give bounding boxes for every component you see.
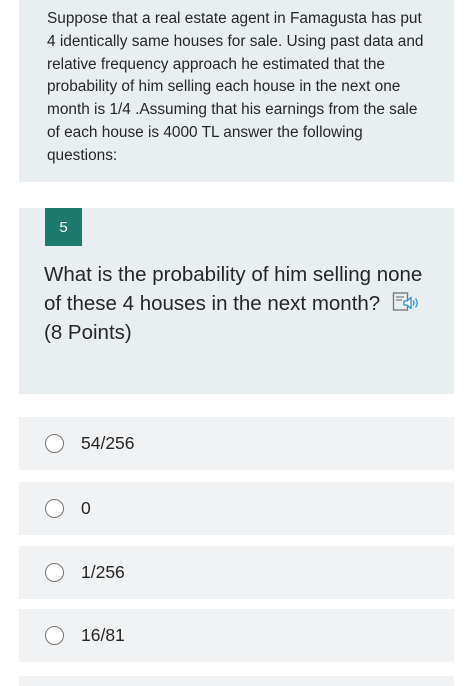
answer-option-4[interactable]: 16/81: [19, 609, 454, 662]
answer-option-1[interactable]: 54/256: [19, 417, 454, 470]
radio-button[interactable]: [45, 626, 64, 645]
question-points: (8 Points): [44, 321, 132, 344]
question-intro-card: Suppose that a real estate agent in Fama…: [19, 0, 454, 182]
immersive-reader-icon[interactable]: [392, 291, 420, 313]
question-card: 5 What is the probability of him selling…: [19, 208, 454, 394]
radio-button[interactable]: [45, 499, 64, 518]
question-text: What is the probability of him selling n…: [44, 263, 423, 315]
radio-button[interactable]: [45, 434, 64, 453]
option-label: 16/81: [81, 625, 125, 645]
answer-option-3[interactable]: 1/256: [19, 546, 454, 599]
option-label: 0: [81, 498, 91, 518]
option-label: 1/256: [81, 562, 125, 582]
option-label: 54/256: [81, 433, 135, 453]
radio-button[interactable]: [45, 563, 64, 582]
answer-option-2[interactable]: 0: [19, 482, 454, 535]
next-option-edge: [19, 676, 454, 686]
question-number-badge: 5: [45, 208, 82, 246]
question-text-block: What is the probability of him selling n…: [44, 260, 424, 347]
intro-text: Suppose that a real estate agent in Fama…: [47, 10, 424, 164]
